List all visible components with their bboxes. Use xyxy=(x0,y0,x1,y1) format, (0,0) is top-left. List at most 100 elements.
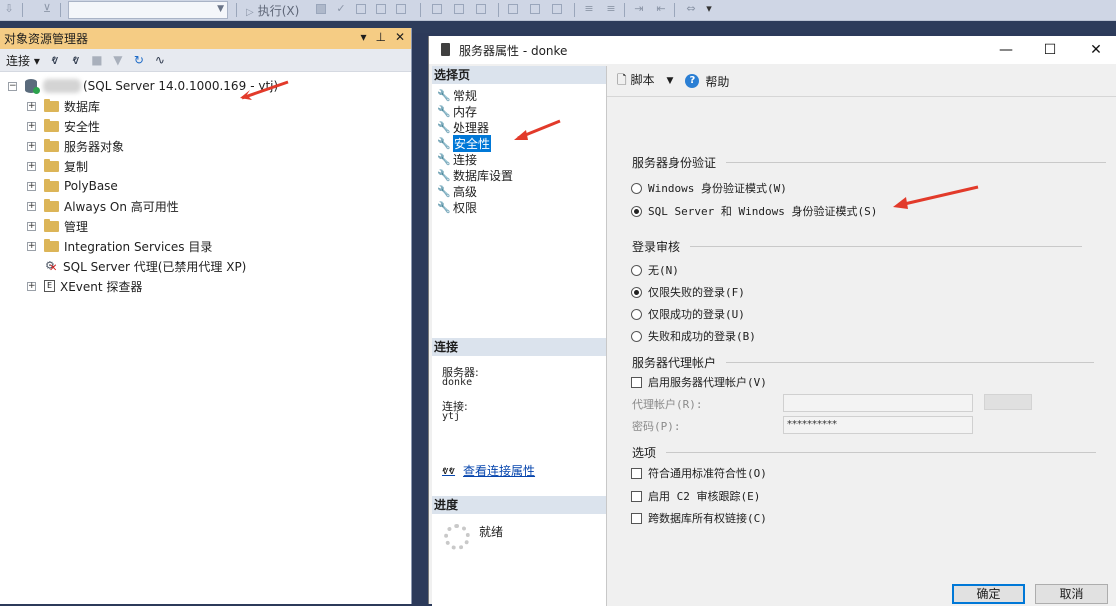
radio-off[interactable] xyxy=(631,308,642,320)
stop-icon[interactable] xyxy=(316,4,326,14)
chevron-down-icon[interactable]: ▾ xyxy=(702,2,716,16)
view-connection-properties-link[interactable]: ⱴⱴ 查看连接属性 xyxy=(442,462,535,479)
expand-icon[interactable]: + xyxy=(27,201,36,211)
checkbox[interactable] xyxy=(631,467,642,479)
script-button[interactable]: 🗋 脚本 xyxy=(617,71,655,92)
radio-on[interactable] xyxy=(631,205,642,217)
server-node[interactable]: − (SQL Server 14.0.1000.169 - ytj) xyxy=(8,76,278,96)
dropdown-icon[interactable]: ▾ xyxy=(360,30,366,44)
audit-none-radio[interactable]: 无(N) xyxy=(631,262,679,278)
page-memory[interactable]: 🔧 内存 xyxy=(437,103,477,119)
toolbar-icon[interactable] xyxy=(432,4,442,14)
object-explorer-toolbar: 连接 ▾ ⱴ ⱴ ■ ▼ ↻ ∿ xyxy=(0,49,411,72)
tree-node-polybase[interactable]: + PolyBase xyxy=(27,176,118,196)
common-criteria-checkbox[interactable]: 符合通用标准符合性(O) xyxy=(631,465,767,481)
activity-monitor-icon[interactable]: ∿ xyxy=(154,53,166,67)
expand-icon[interactable]: + xyxy=(27,121,36,131)
execute-button[interactable]: ▷ 执行(X) xyxy=(246,2,299,19)
audit-success-radio[interactable]: 仅限成功的登录(U) xyxy=(631,306,745,322)
toolbar-icon[interactable] xyxy=(356,4,366,14)
script-icon: 🗋 xyxy=(617,72,627,87)
tree-node-databases[interactable]: + 数据库 xyxy=(27,96,100,116)
close-button[interactable]: ✕ xyxy=(1073,36,1116,64)
uncomment-icon[interactable]: ≡ xyxy=(604,2,618,16)
page-advanced[interactable]: 🔧 高级 xyxy=(437,183,477,199)
c2-audit-checkbox[interactable]: 启用 C2 审核跟踪(E) xyxy=(631,488,760,504)
toolbar-icon[interactable] xyxy=(530,4,540,14)
cancel-button[interactable]: 取消 xyxy=(1035,584,1108,604)
tree-node-replication[interactable]: + 复制 xyxy=(27,156,88,176)
expand-icon[interactable]: + xyxy=(27,281,36,291)
radio-off[interactable] xyxy=(631,264,642,276)
radio-off[interactable] xyxy=(631,182,642,194)
close-icon[interactable]: ✕ xyxy=(395,30,405,44)
expand-icon[interactable]: + xyxy=(27,241,36,251)
password-input[interactable]: ********** xyxy=(783,416,973,434)
connect-button[interactable]: 连接 ▾ xyxy=(6,52,40,69)
checkbox[interactable] xyxy=(631,512,642,524)
page-connections[interactable]: 🔧 连接 xyxy=(437,151,477,167)
comment-icon[interactable]: ≡ xyxy=(582,2,596,16)
outdent-icon[interactable]: ⇤ xyxy=(654,2,668,16)
proxy-browse-button[interactable] xyxy=(984,394,1032,410)
auth-windows-radio[interactable]: Windows 身份验证模式(W) xyxy=(631,180,787,196)
tree-node-integration-services[interactable]: + Integration Services 目录 xyxy=(27,236,212,256)
tree-node-always-on[interactable]: + Always On 高可用性 xyxy=(27,196,179,216)
checkbox[interactable] xyxy=(631,376,642,388)
radio-on[interactable] xyxy=(631,286,642,298)
page-security[interactable]: 🔧 安全性 xyxy=(437,134,492,152)
proxy-account-input[interactable] xyxy=(783,394,973,412)
auth-mixed-radio[interactable]: SQL Server 和 Windows 身份验证模式(S) xyxy=(631,203,877,219)
pin-icon[interactable]: ⊥ xyxy=(375,30,385,44)
tree-node-xevent[interactable]: + E XEvent 探查器 xyxy=(27,276,142,296)
toolbar-icon[interactable]: ⇩ xyxy=(2,2,16,16)
password-label: 密码(P): xyxy=(632,420,681,433)
database-selector[interactable]: ▼ xyxy=(68,1,228,19)
parse-icon[interactable]: ✓ xyxy=(334,2,348,16)
minimize-button[interactable]: — xyxy=(983,36,1029,64)
maximize-button[interactable]: ☐ xyxy=(1027,36,1073,64)
tree-node-sql-agent[interactable]: ⚙ ✕ SQL Server 代理(已禁用代理 XP) xyxy=(44,256,246,276)
expand-icon[interactable]: + xyxy=(27,181,36,191)
help-icon[interactable]: ? xyxy=(685,74,700,88)
stop-icon[interactable]: ■ xyxy=(91,53,103,67)
disconnect-icon[interactable]: ⱴ xyxy=(70,53,82,67)
tree-node-server-objects[interactable]: + 服务器对象 xyxy=(27,136,124,156)
toolbar-icon[interactable] xyxy=(552,4,562,14)
tree-node-label: Always On 高可用性 xyxy=(64,199,179,214)
server-icon xyxy=(25,79,40,94)
cross-db-chaining-checkbox[interactable]: 跨数据库所有权链接(C) xyxy=(631,510,767,526)
expand-icon[interactable]: + xyxy=(27,101,36,111)
audit-failed-radio[interactable]: 仅限失败的登录(F) xyxy=(631,284,745,300)
audit-both-radio[interactable]: 失败和成功的登录(B) xyxy=(631,328,756,344)
page-database-settings[interactable]: 🔧 数据库设置 xyxy=(437,167,513,183)
filter-icon[interactable]: ⊻ xyxy=(40,2,54,16)
toolbar-icon[interactable] xyxy=(508,4,518,14)
page-general[interactable]: 🔧 常规 xyxy=(437,87,477,103)
tree-node-security[interactable]: + 安全性 xyxy=(27,116,100,136)
object-explorer-titlebar: 对象资源管理器 ▾ ⊥ ✕ xyxy=(0,28,411,49)
connect-plug-icon[interactable]: ⱴ xyxy=(49,53,61,67)
filter-icon[interactable]: ▼ xyxy=(112,53,124,67)
checkbox[interactable] xyxy=(631,490,642,502)
expand-icon[interactable]: + xyxy=(27,141,36,151)
expand-icon[interactable]: + xyxy=(27,221,36,231)
toolbar-icon[interactable] xyxy=(396,4,406,14)
toolbar-icon[interactable] xyxy=(454,4,464,14)
help-button[interactable]: 帮助 xyxy=(705,73,729,90)
toolbar-icon[interactable] xyxy=(476,4,486,14)
ok-button[interactable]: 确定 xyxy=(952,584,1025,604)
indent-icon[interactable]: ⇥ xyxy=(632,2,646,16)
page-processors[interactable]: 🔧 处理器 xyxy=(437,119,489,135)
specify-values-icon[interactable]: ⇔ xyxy=(684,2,698,16)
radio-off[interactable] xyxy=(631,330,642,342)
app-icon xyxy=(441,43,450,56)
page-permissions[interactable]: 🔧 权限 xyxy=(437,199,477,215)
collapse-icon[interactable]: − xyxy=(8,81,17,91)
toolbar-icon[interactable] xyxy=(376,4,386,14)
proxy-enable-checkbox[interactable]: 启用服务器代理帐户(V) xyxy=(631,374,767,390)
refresh-icon[interactable]: ↻ xyxy=(133,53,145,67)
chevron-down-icon[interactable]: ▼ xyxy=(667,76,674,86)
expand-icon[interactable]: + xyxy=(27,161,36,171)
tree-node-management[interactable]: + 管理 xyxy=(27,216,88,236)
